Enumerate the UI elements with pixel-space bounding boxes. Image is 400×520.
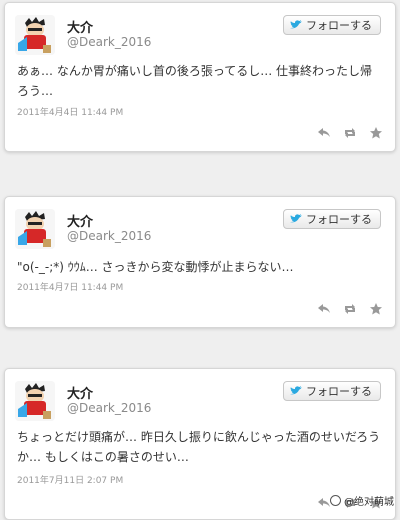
username[interactable]: @Deark_2016 bbox=[67, 401, 151, 415]
reply-icon[interactable] bbox=[317, 127, 331, 139]
display-name[interactable]: 大介 bbox=[67, 383, 93, 402]
twitter-bird-icon bbox=[290, 214, 302, 224]
watermark: @绝对萌城 bbox=[330, 493, 394, 508]
tweet-text: ちょっとだけ頭痛が… 昨日久し振りに飲んじゃった酒のせいだろうか… もしくはこの… bbox=[17, 430, 381, 464]
reply-icon[interactable] bbox=[317, 303, 331, 315]
weibo-icon bbox=[330, 495, 341, 506]
retweet-icon[interactable] bbox=[343, 303, 357, 315]
tweet-card: 大介 @Deark_2016 フォローする "o(-_-;*) ｳｳﾑ… さっき… bbox=[4, 196, 396, 328]
avatar[interactable] bbox=[15, 381, 55, 421]
display-name[interactable]: 大介 bbox=[67, 17, 93, 36]
follow-button[interactable]: フォローする bbox=[283, 209, 381, 229]
follow-button[interactable]: フォローする bbox=[283, 381, 381, 401]
timestamp[interactable]: 2011年4月7日 11:44 PM bbox=[17, 280, 123, 293]
display-name[interactable]: 大介 bbox=[67, 211, 93, 230]
twitter-bird-icon bbox=[290, 386, 302, 396]
username[interactable]: @Deark_2016 bbox=[67, 229, 151, 243]
star-icon[interactable] bbox=[369, 303, 383, 315]
watermark-text: @绝对萌城 bbox=[344, 497, 394, 508]
timestamp[interactable]: 2011年4月4日 11:44 PM bbox=[17, 105, 123, 118]
star-icon[interactable] bbox=[369, 127, 383, 139]
follow-button[interactable]: フォローする bbox=[283, 15, 381, 35]
avatar[interactable] bbox=[15, 209, 55, 249]
timestamp[interactable]: 2011年7月11日 2:07 PM bbox=[17, 473, 123, 486]
tweet-actions bbox=[317, 303, 383, 315]
tweet-actions bbox=[317, 127, 383, 139]
twitter-bird-icon bbox=[290, 20, 302, 30]
follow-label: フォローする bbox=[306, 385, 372, 398]
tweet-text: あぁ… なんか胃が痛いし首の後ろ張ってるし… 仕事終わったし帰ろう… bbox=[17, 64, 373, 98]
follow-label: フォローする bbox=[306, 213, 372, 226]
retweet-icon[interactable] bbox=[343, 127, 357, 139]
follow-label: フォローする bbox=[306, 19, 372, 32]
reply-icon[interactable] bbox=[317, 497, 331, 509]
username[interactable]: @Deark_2016 bbox=[67, 35, 151, 49]
avatar[interactable] bbox=[15, 15, 55, 55]
tweet-card: 大介 @Deark_2016 フォローする あぁ… なんか胃が痛いし首の後ろ張っ… bbox=[4, 2, 396, 152]
tweet-text: "o(-_-;*) ｳｳﾑ… さっきから変な動悸が止まらない… bbox=[17, 260, 294, 274]
